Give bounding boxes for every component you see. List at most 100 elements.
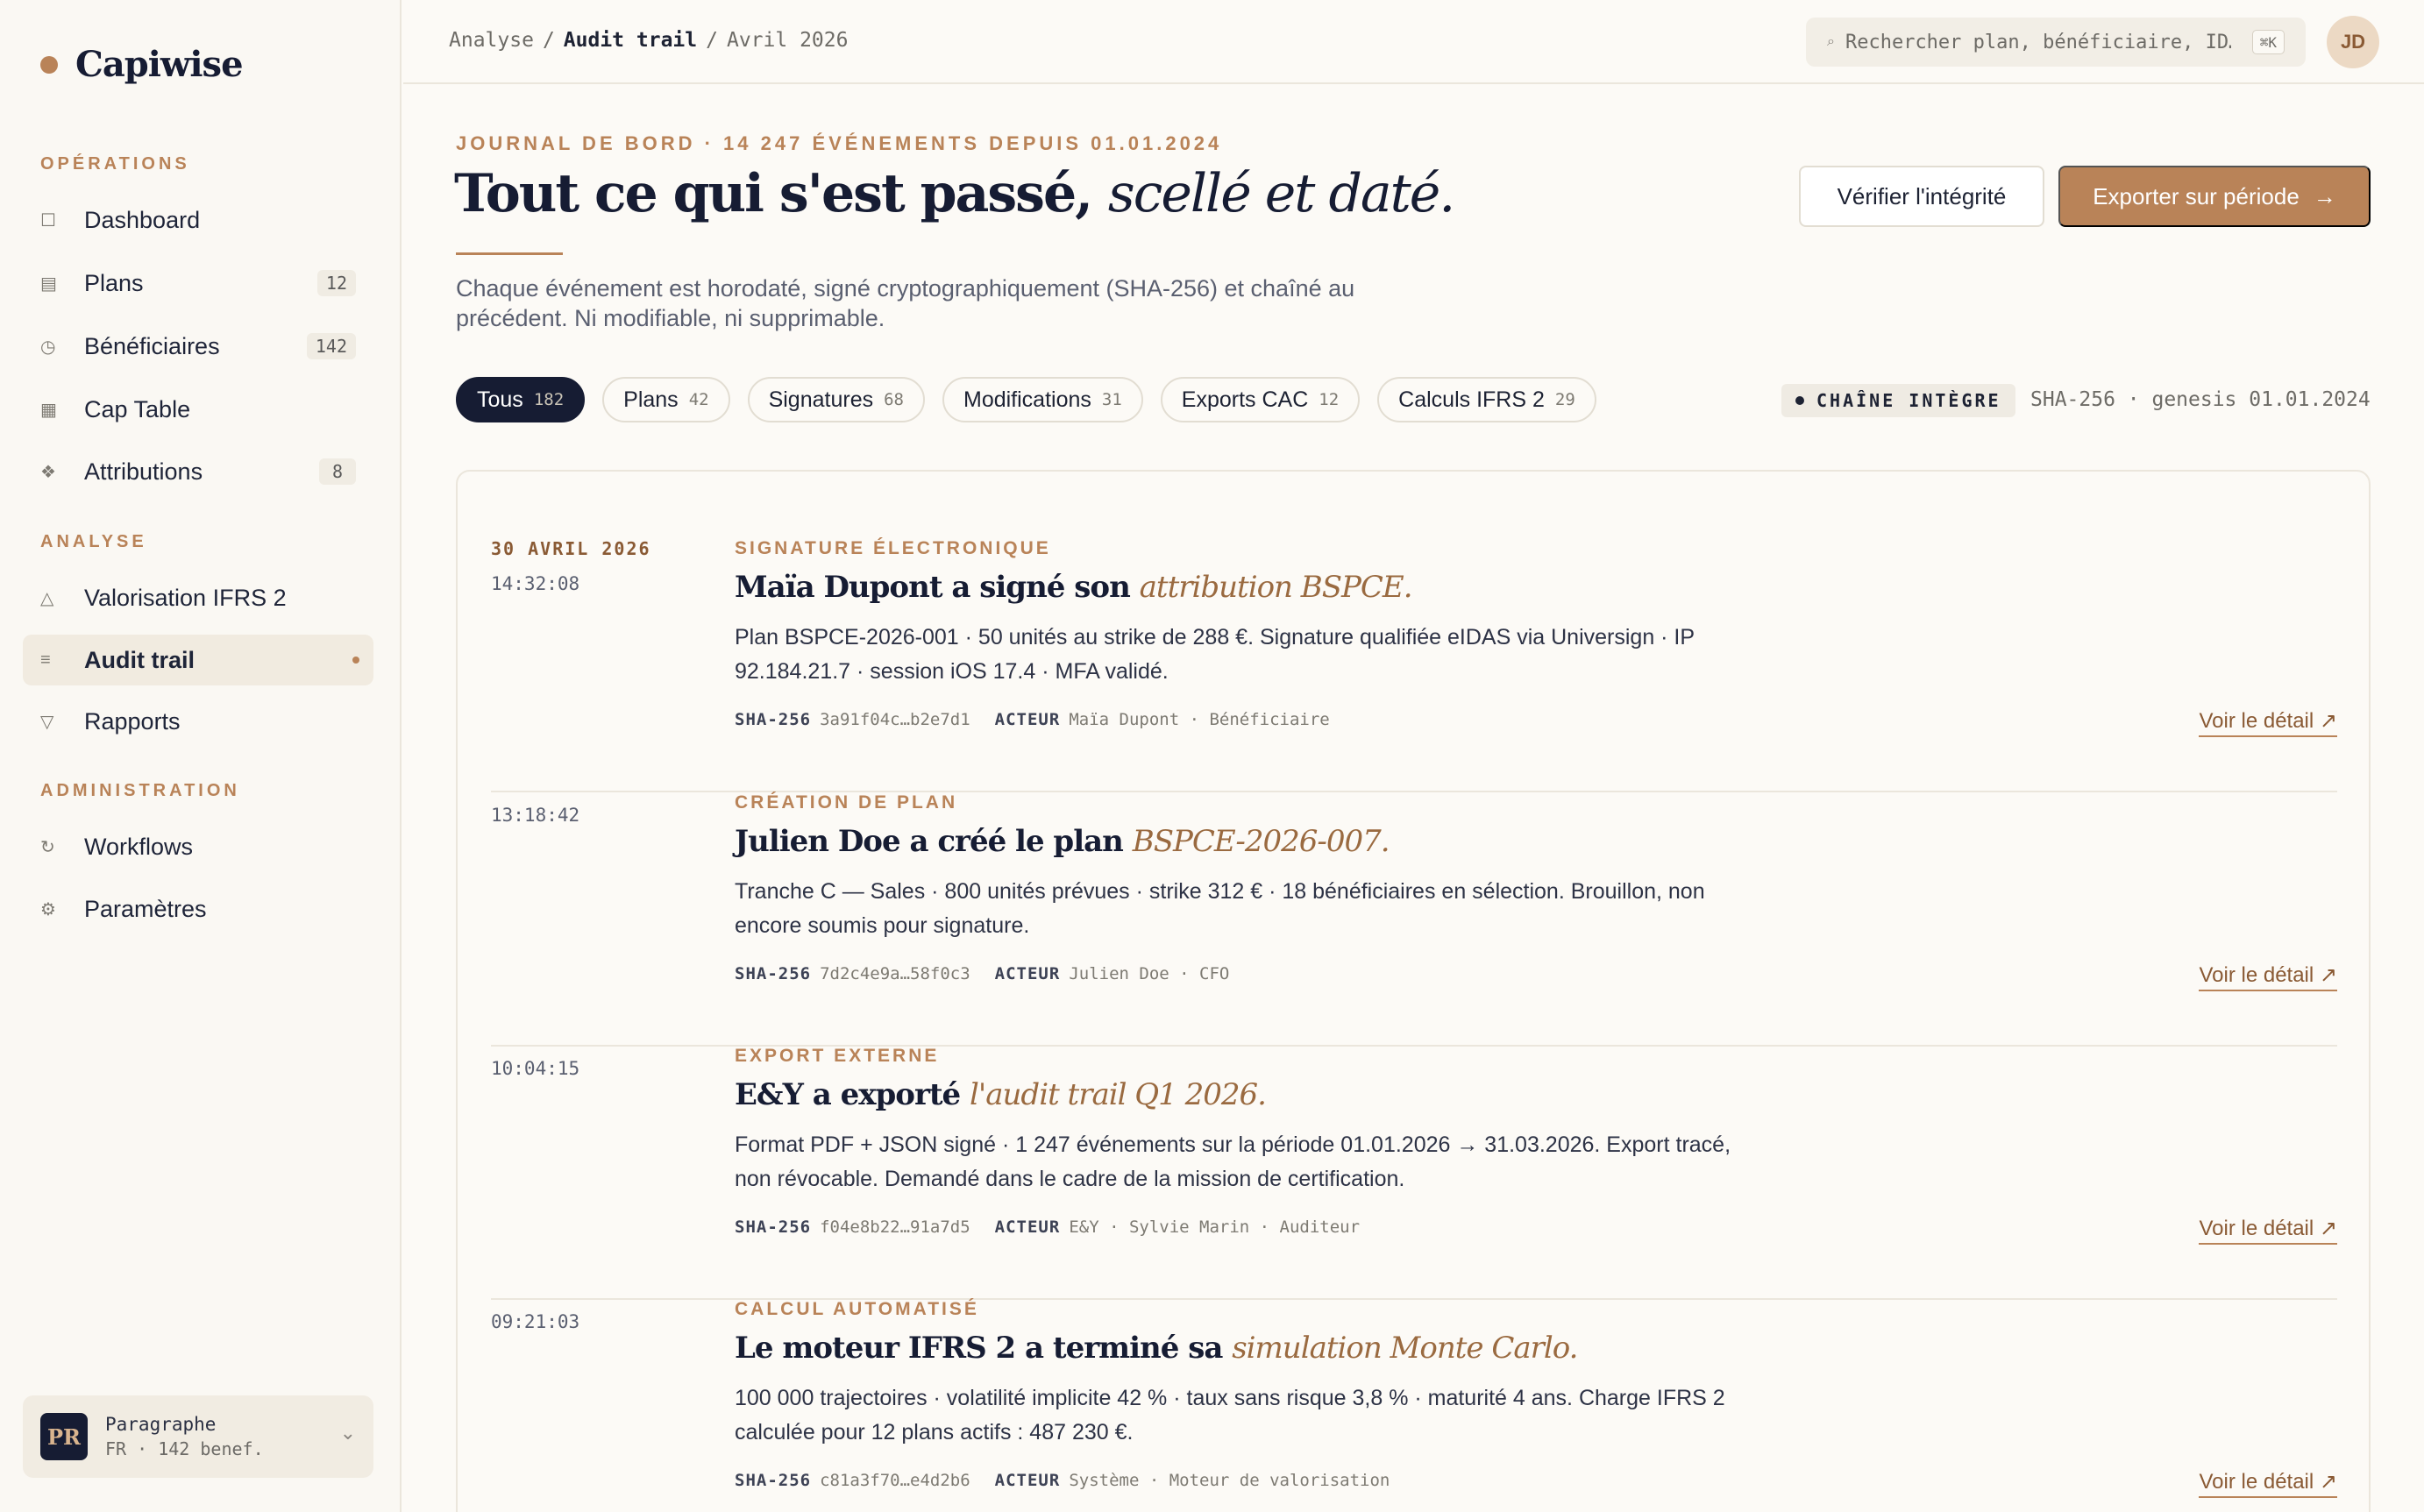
event-actor: E&Y · Sylvie Marin · Auditeur [1069,1217,1361,1237]
filter-chip-signatures[interactable]: Signatures 68 [747,377,925,422]
filter-chips: Tous 182 Plans 42 Signatures 68 Modificatio… [456,377,1614,422]
event-meta: SHA-256 f04e8b22…91a7d5 ACTEUR E&Y · Sylvie… [735,1217,1360,1237]
hash-label: SHA-256 [735,710,812,729]
filter-chip-count: 182 [533,390,565,409]
sidebar-item-label: Bénéficiaires [84,332,220,359]
view-detail-link[interactable]: Voir le détail ↗ [2199,1216,2337,1245]
event-title-emphasis: attribution BSPCE. [1139,570,1413,605]
filter-chip-count: 31 [1101,390,1122,409]
search-box[interactable]: ⌕ ⌘K [1806,18,2306,67]
view-detail-link[interactable]: Voir le détail ↗ [2199,1469,2337,1498]
sidebar-item-label: Cap Table [84,395,191,422]
actor-label: ACTEUR [994,710,1061,729]
page-eyebrow: JOURNAL DE BORD · 14 247 ÉVÉNEMENTS DEPU… [456,132,1223,154]
breadcrumb: Analyse / Audit trail / Avril 2026 [449,29,848,52]
filter-chip-count: 29 [1554,390,1575,409]
workspace-name: Paragraphe [105,1414,217,1435]
integrity-status-badge: CHAÎNE INTÈGRE [1781,384,2015,417]
event-hash: f04e8b22…91a7d5 [820,1217,970,1237]
event-title-emphasis: BSPCE-2026-007. [1132,824,1390,859]
page-subtitle: Chaque événement est horodaté, signé cry… [456,275,1355,331]
event-description: 100 000 trajectoires · volatilité implic… [735,1386,1725,1445]
actor-label: ACTEUR [994,1217,1061,1237]
breadcrumb-item-analyse[interactable]: Analyse [449,29,534,52]
title-underline [456,252,563,255]
brand-dot-icon [40,55,58,74]
gear-icon: ⚙ [40,899,56,919]
filter-chip-exports-cac[interactable]: Exports CAC 12 [1160,377,1361,422]
plans-icon: ▤ [40,273,57,294]
hash-label: SHA-256 [735,964,812,983]
sidebar-item-dashboard[interactable]: ☐ Dashboard [23,195,373,245]
sidebar-item-workflows[interactable]: ↻ Workflows [23,821,373,872]
sidebar-item-cap-table[interactable]: ▦ Cap Table [23,384,373,435]
brand-name: Capiwise [75,44,244,85]
count-badge: 12 [316,270,356,296]
workspace-avatar: PR [40,1413,88,1460]
workspace-switcher[interactable]: PR Paragraphe FR · 142 benef. ⌄ [23,1395,373,1478]
filter-chip-label: Modifications [963,387,1091,412]
shortcut-hint: ⌘K [2251,30,2285,54]
filter-chip-label: Signatures [768,387,874,412]
workspace-meta: FR · 142 benef. [105,1438,264,1459]
brand-logo[interactable]: Capiwise [40,44,244,85]
attributions-icon: ❖ [40,462,56,482]
hash-label: SHA-256 [735,1471,812,1490]
event-hash: 7d2c4e9a…58f0c3 [820,964,970,983]
event-category: SIGNATURE ÉLECTRONIQUE [735,538,1051,558]
event-title-main: E&Y a exporté [735,1077,961,1112]
event-time: 13:18:42 [491,805,580,826]
filter-chip-plans[interactable]: Plans 42 [602,377,730,422]
event-time: 14:32:08 [491,573,580,594]
sidebar-item-audit-trail[interactable]: ≡ Audit trail [23,635,373,685]
event-title-main: Julien Doe a créé le plan [735,824,1124,859]
section-label-analyse: ANALYSE [40,532,147,551]
event-description: Plan BSPCE-2026-001 · 50 unités au strik… [735,625,1695,684]
breadcrumb-item-audit-trail[interactable]: Audit trail [564,29,697,52]
filter-chip-count: 42 [688,390,709,409]
event-description: Format PDF + JSON signé · 1 247 événemen… [735,1132,1731,1191]
breadcrumb-item-period: Avril 2026 [726,29,849,52]
page-title-main: Tout ce qui s'est passé, [454,163,1093,224]
sidebar-item-label: Dashboard [84,206,201,233]
filter-chip-calculs-ifrs2[interactable]: Calculs IFRS 2 29 [1377,377,1596,422]
list-icon: ≡ [40,650,51,670]
sidebar-item-rapports[interactable]: ▽ Rapports [23,696,373,747]
sidebar-item-label: Valorisation IFRS 2 [84,584,287,611]
search-input[interactable] [1845,31,2231,53]
refresh-icon: ↻ [40,837,55,857]
sidebar-item-valorisation[interactable]: △ Valorisation IFRS 2 [23,572,373,623]
filter-chip-label: Plans [623,387,679,412]
page-title: Tout ce qui s'est passé, scellé et daté. [454,163,1455,224]
view-detail-link[interactable]: Voir le détail ↗ [2199,962,2337,991]
event-time: 09:21:03 [491,1311,580,1332]
event-timeline: 30 AVRIL 2026 14:32:08 SIGNATURE ÉLECTRO… [456,470,2371,1512]
event-meta: SHA-256 7d2c4e9a…58f0c3 ACTEUR Julien Doe ·… [735,964,1229,983]
export-period-label: Exporter sur période [2093,182,2300,209]
chevron-down-icon: ⌄ [339,1422,356,1444]
status-dot-icon [1795,396,1804,405]
breadcrumb-separator: / [542,29,555,52]
user-avatar[interactable]: JD [2327,16,2379,68]
page-title-emphasis: scellé et daté. [1107,163,1455,224]
filter-chip-count: 68 [884,390,904,409]
event-item: 30 AVRIL 2026 14:32:08 SIGNATURE ÉLECTRO… [491,538,2337,792]
sidebar-item-parametres[interactable]: ⚙ Paramètres [23,884,373,934]
sidebar-item-label: Plans [84,269,144,296]
verify-integrity-button[interactable]: Vérifier l'intégrité [1799,166,2044,227]
filter-chip-tous[interactable]: Tous 182 [456,377,586,422]
sidebar-item-beneficiaires[interactable]: ◷ Bénéficiaires 142 [23,321,373,372]
sidebar-item-label: Audit trail [84,646,195,673]
active-dot-icon [352,657,359,664]
filter-chip-modifications[interactable]: Modifications 31 [942,377,1143,422]
export-period-button[interactable]: Exporter sur période → [2058,166,2371,227]
arrow-right-icon: → [2313,182,2336,209]
sidebar-item-plans[interactable]: ▤ Plans 12 [23,258,373,309]
event-actor: Julien Doe · CFO [1069,964,1230,983]
view-detail-link[interactable]: Voir le détail ↗ [2199,708,2337,737]
event-title: Le moteur IFRS 2 a terminé sa simulation… [735,1331,1578,1366]
hash-label: SHA-256 [735,1217,812,1237]
filter-chip-label: Calculs IFRS 2 [1398,387,1545,412]
sidebar-item-attributions[interactable]: ❖ Attributions 8 [23,446,373,497]
filter-chip-label: Exports CAC [1181,387,1309,412]
